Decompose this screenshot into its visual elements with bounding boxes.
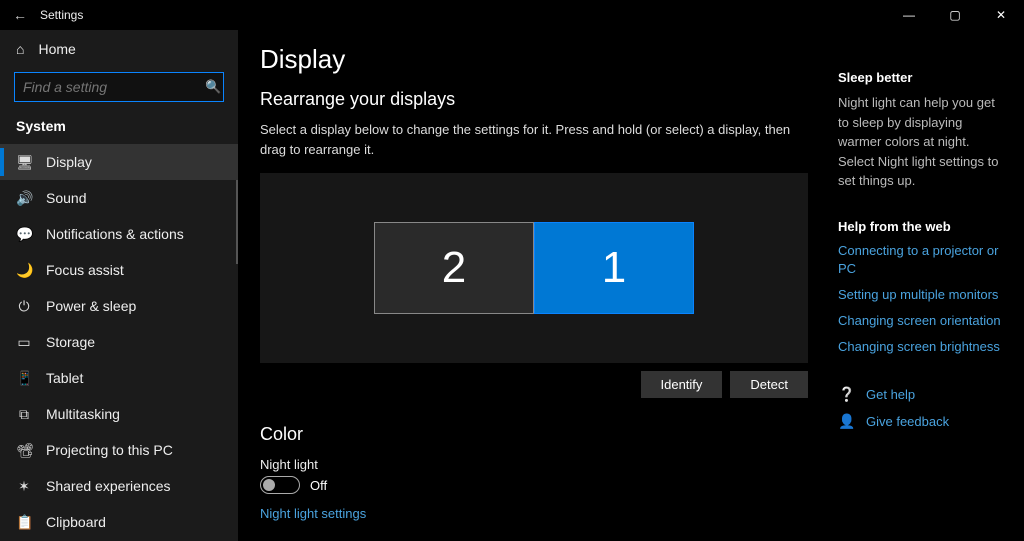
sidebar-item-sound[interactable]: 🔊 Sound xyxy=(0,180,238,216)
display-icon: 🖥 xyxy=(16,154,32,171)
close-button[interactable]: ✕ xyxy=(978,0,1024,30)
storage-icon: ▭ xyxy=(16,334,32,351)
clipboard-icon: 📋 xyxy=(16,514,32,531)
night-light-toggle[interactable] xyxy=(260,476,300,494)
night-light-state: Off xyxy=(310,478,327,493)
sidebar-item-projecting-to-this-pc[interactable]: 📽 Projecting to this PC xyxy=(0,432,238,468)
window-title: Settings xyxy=(40,8,83,22)
night-light-settings-link[interactable]: Night light settings xyxy=(260,506,814,521)
titlebar: ← Settings — ▢ ✕ xyxy=(0,0,1024,30)
sidebar-item-power-sleep[interactable]: ⏻ Power & sleep xyxy=(0,288,238,324)
sidebar-item-label: Notifications & actions xyxy=(46,226,184,242)
sidebar-item-label: Tablet xyxy=(46,370,83,386)
sidebar-item-focus-assist[interactable]: 🌙 Focus assist xyxy=(0,252,238,288)
projecting-to-this-pc-icon: 📽 xyxy=(16,442,32,459)
sidebar-item-label: Power & sleep xyxy=(46,298,136,314)
sidebar-item-label: Shared experiences xyxy=(46,478,171,494)
sidebar-item-shared-experiences[interactable]: ✶ Shared experiences xyxy=(0,468,238,504)
search-box[interactable]: 🔍 xyxy=(14,72,224,102)
sidebar-item-notifications-actions[interactable]: 💬 Notifications & actions xyxy=(0,216,238,252)
maximize-button[interactable]: ▢ xyxy=(932,0,978,30)
help-icon: ❔ xyxy=(838,386,854,403)
web-help-link[interactable]: Changing screen brightness xyxy=(838,338,1008,356)
night-light-label: Night light xyxy=(260,457,814,472)
tablet-icon: 📱 xyxy=(16,370,32,387)
sidebar-item-label: Focus assist xyxy=(46,262,124,278)
search-input[interactable] xyxy=(23,79,205,95)
sidebar-item-clipboard[interactable]: 📋 Clipboard xyxy=(0,504,238,540)
give-feedback-link: Give feedback xyxy=(866,414,949,429)
power-sleep-icon: ⏻ xyxy=(16,298,32,315)
aside: Sleep better Night light can help you ge… xyxy=(838,40,1024,541)
notifications-actions-icon: 💬 xyxy=(16,226,32,243)
toggle-knob xyxy=(263,479,275,491)
page-title: Display xyxy=(260,44,814,75)
feedback-icon: 👤 xyxy=(838,413,854,430)
sidebar-item-storage[interactable]: ▭ Storage xyxy=(0,324,238,360)
sound-icon: 🔊 xyxy=(16,190,32,207)
color-heading: Color xyxy=(260,424,814,445)
web-help-link[interactable]: Changing screen orientation xyxy=(838,312,1008,330)
minimize-button[interactable]: — xyxy=(886,0,932,30)
give-feedback-row[interactable]: 👤 Give feedback xyxy=(838,413,1008,430)
help-from-web-title: Help from the web xyxy=(838,219,1008,234)
sleep-better-body: Night light can help you get to sleep by… xyxy=(838,93,1008,191)
sidebar-item-label: Storage xyxy=(46,334,95,350)
sidebar-item-label: Sound xyxy=(46,190,86,206)
rearrange-desc: Select a display below to change the set… xyxy=(260,120,814,159)
rearrange-heading: Rearrange your displays xyxy=(260,89,814,110)
focus-assist-icon: 🌙 xyxy=(16,262,32,279)
sidebar: ⌂ Home 🔍 System ⌃ 🖥Display🔊Sound💬Notific… xyxy=(0,30,238,541)
sidebar-item-label: Projecting to this PC xyxy=(46,442,173,458)
get-help-link: Get help xyxy=(866,387,915,402)
content: Display Rearrange your displays Select a… xyxy=(260,40,838,541)
shared-experiences-icon: ✶ xyxy=(16,478,32,495)
get-help-row[interactable]: ❔ Get help xyxy=(838,386,1008,403)
sleep-better-title: Sleep better xyxy=(838,70,1008,85)
home-icon: ⌂ xyxy=(16,41,24,57)
multitasking-icon: ⧉ xyxy=(16,406,32,423)
sidebar-item-label: Multitasking xyxy=(46,406,120,422)
monitor-2[interactable]: 2 xyxy=(374,222,534,314)
home-nav[interactable]: ⌂ Home xyxy=(0,30,238,68)
sidebar-item-multitasking[interactable]: ⧉ Multitasking xyxy=(0,396,238,432)
back-button[interactable]: ← xyxy=(0,7,40,23)
nav-list: ⌃ 🖥Display🔊Sound💬Notifications & actions… xyxy=(0,144,238,541)
search-icon: 🔍 xyxy=(205,79,221,95)
monitor-1[interactable]: 1 xyxy=(534,222,694,314)
display-arrange-area[interactable]: 2 1 xyxy=(260,173,808,363)
web-help-link[interactable]: Setting up multiple monitors xyxy=(838,286,1008,304)
home-label: Home xyxy=(38,41,75,57)
sidebar-item-label: Clipboard xyxy=(46,514,106,530)
category-label: System xyxy=(0,112,238,144)
web-help-link[interactable]: Connecting to a projector or PC xyxy=(838,242,1008,278)
sidebar-item-tablet[interactable]: 📱 Tablet xyxy=(0,360,238,396)
sidebar-item-label: Display xyxy=(46,154,92,170)
identify-button[interactable]: Identify xyxy=(641,371,723,398)
sidebar-item-display[interactable]: 🖥 Display xyxy=(0,144,238,180)
detect-button[interactable]: Detect xyxy=(730,371,808,398)
